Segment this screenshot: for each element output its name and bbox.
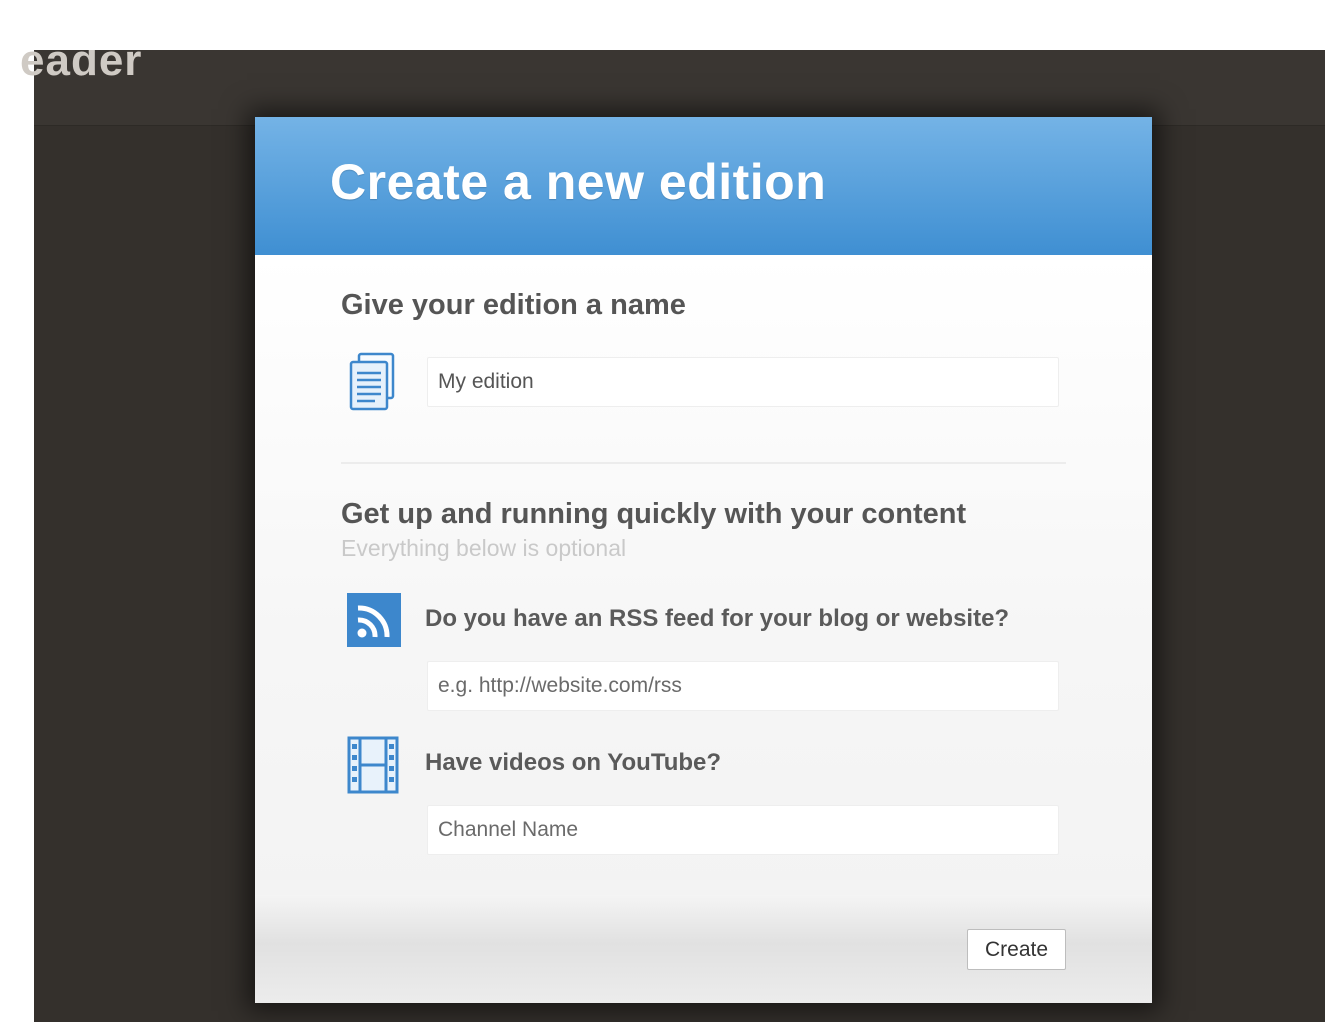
youtube-question: Have videos on YouTube? xyxy=(425,749,722,776)
background-title: eader xyxy=(20,36,143,85)
optional-note: Everything below is optional xyxy=(341,535,627,561)
dialog-title: Create a new edition xyxy=(330,154,827,210)
name-section-heading: Give your edition a name xyxy=(341,289,686,321)
dialog-header: Create a new edition xyxy=(255,117,1152,255)
youtube-channel-input[interactable] xyxy=(427,805,1059,855)
document-icon xyxy=(349,352,395,411)
content-section-heading: Get up and running quickly with your con… xyxy=(341,498,967,530)
rss-icon xyxy=(347,593,401,647)
create-button[interactable]: Create xyxy=(967,929,1066,970)
background-header-bar: eader xyxy=(20,50,1325,126)
rss-question: Do you have an RSS feed for your blog or… xyxy=(425,605,1010,632)
create-edition-dialog: Create a new edition Give your edition a… xyxy=(255,117,1152,1003)
film-icon xyxy=(347,736,399,794)
section-divider xyxy=(341,462,1066,464)
edition-name-input[interactable] xyxy=(427,357,1059,407)
rss-url-input[interactable] xyxy=(427,661,1059,711)
